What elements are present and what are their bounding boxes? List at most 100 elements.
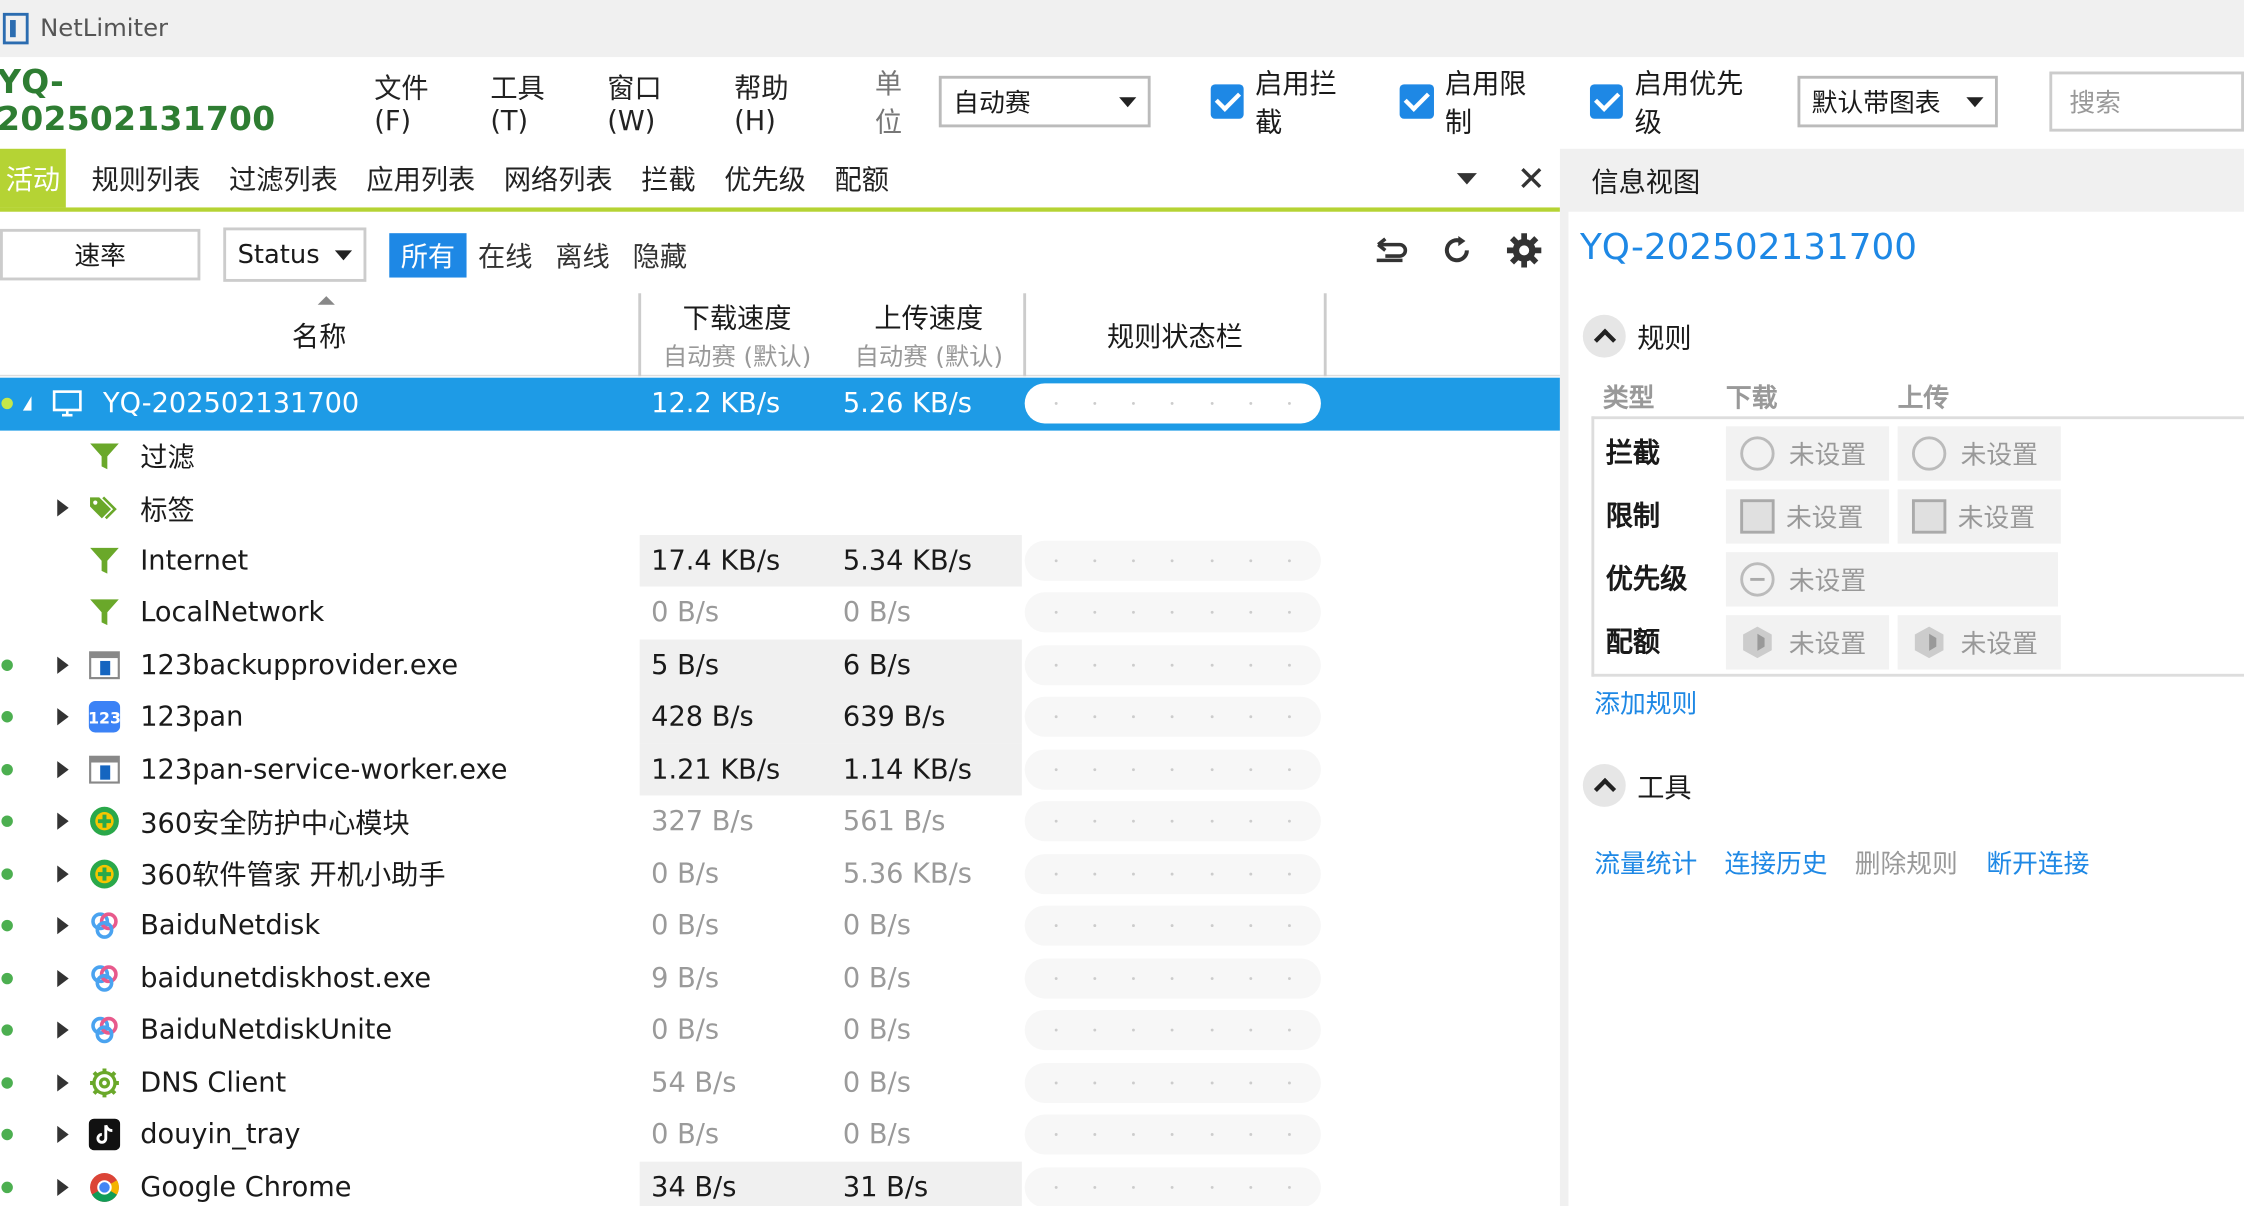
tab-filters[interactable]: 过滤列表 — [215, 149, 352, 208]
tab-quota[interactable]: 配额 — [820, 149, 903, 208]
block-download-toggle[interactable]: 未设置 — [1725, 426, 1890, 481]
row-name: Internet — [140, 544, 249, 577]
status-select[interactable]: Status — [223, 227, 367, 282]
expand-arrow-icon[interactable] — [57, 499, 69, 517]
column-download-label: 下载速度 — [682, 303, 792, 335]
settings-gear-icon[interactable] — [1506, 232, 1543, 278]
table-row[interactable]: YQ-202502131700 12.2 KB/s 5.26 KB/s — [0, 377, 1560, 430]
table-row[interactable]: BaiduNetdisk 0 B/s 0 B/s — [0, 900, 1560, 952]
connection-history-link[interactable]: 连接历史 — [1724, 844, 1827, 881]
refresh-icon[interactable] — [1440, 233, 1474, 276]
expand-arrow-icon[interactable] — [57, 1178, 69, 1196]
traffic-stats-link[interactable]: 流量统计 — [1594, 844, 1697, 881]
status-dot — [1, 920, 13, 932]
filter-online[interactable]: 在线 — [467, 232, 544, 276]
undo-icon[interactable] — [1374, 235, 1408, 275]
table-row[interactable]: 360软件管家 开机小助手 0 B/s 5.36 KB/s — [0, 848, 1560, 900]
machine-name[interactable]: YQ-202502131700 — [0, 64, 331, 138]
table-row[interactable]: 123pan-service-worker.exe 1.21 KB/s 1.14… — [0, 743, 1560, 796]
tab-activity[interactable]: 活动 — [0, 148, 66, 208]
search-input[interactable]: 搜索 — [2049, 71, 2244, 132]
expand-arrow-icon[interactable] — [57, 656, 69, 674]
tab-apps[interactable]: 应用列表 — [352, 149, 489, 208]
limit-download-toggle[interactable]: 未设置 — [1725, 489, 1890, 544]
expand-arrow-icon[interactable] — [57, 865, 69, 883]
collapse-up-icon[interactable] — [1582, 314, 1626, 358]
table-row[interactable]: LocalNetwork 0 B/s 0 B/s — [0, 587, 1560, 639]
not-set-label: 未设置 — [1788, 566, 1867, 597]
column-download[interactable]: 下载速度 自动赛 (默认) — [641, 293, 833, 376]
table-row[interactable]: 过滤 — [0, 430, 1560, 482]
tab-rules[interactable]: 规则列表 — [77, 149, 214, 208]
collapse-arrow-icon[interactable] — [22, 396, 32, 411]
panel-splitter[interactable] — [1559, 148, 1569, 1206]
column-upload[interactable]: 上传速度 自动赛 (默认) — [833, 293, 1025, 376]
rules-section-header[interactable]: 规则 — [1582, 314, 1692, 358]
table-row[interactable]: 标签 — [0, 482, 1560, 534]
filter-offline[interactable]: 离线 — [544, 232, 621, 276]
speed-button[interactable]: 速率 — [0, 228, 201, 281]
expand-arrow-icon[interactable] — [57, 917, 69, 935]
menu-tools[interactable]: 工具(T) — [490, 67, 578, 136]
rule-quota-label: 配额 — [1605, 625, 1661, 658]
priority-toggle[interactable]: 未设置 — [1725, 552, 2058, 607]
visibility-filter: 所有 在线 离线 隐藏 — [389, 232, 698, 277]
expand-arrow-icon[interactable] — [57, 812, 69, 831]
row-name: DNS Client — [140, 1066, 287, 1099]
table-row[interactable]: douyin_tray 0 B/s 0 B/s — [0, 1109, 1560, 1161]
tab-block[interactable]: 拦截 — [627, 149, 710, 208]
column-divider[interactable] — [1323, 293, 1327, 377]
menu-window[interactable]: 窗口(W) — [607, 67, 705, 136]
row-name: 过滤 — [140, 442, 195, 474]
limit-upload-toggle[interactable]: 未设置 — [1897, 489, 2061, 544]
table-row[interactable]: 123 123pan 428 B/s 639 B/s — [0, 690, 1560, 744]
expand-arrow-icon[interactable] — [57, 1126, 69, 1144]
tab-networks[interactable]: 网络列表 — [490, 149, 627, 208]
filter-hidden[interactable]: 隐藏 — [621, 232, 698, 276]
column-rule-status[interactable]: 规则状态栏 — [1026, 293, 1324, 376]
filter-all[interactable]: 所有 — [389, 232, 467, 277]
column-name[interactable]: 名称 — [0, 293, 638, 376]
row-download: 1.21 KB/s — [639, 743, 832, 796]
rule-row-priority: 优先级 未设置 — [1606, 548, 2244, 607]
expand-arrow-icon[interactable] — [57, 1074, 69, 1092]
chart-select-value: 默认带图表 — [1811, 88, 1941, 119]
expand-arrow-icon[interactable] — [57, 760, 69, 778]
collapse-up-icon[interactable] — [1582, 763, 1626, 807]
table-row[interactable]: Internet 17.4 KB/s 5.34 KB/s — [0, 534, 1560, 587]
table-row[interactable]: baidunetdiskhost.exe 9 B/s 0 B/s — [0, 952, 1560, 1004]
chevron-down-icon — [1966, 96, 1984, 107]
status-dot — [1, 972, 13, 984]
expand-arrow-icon[interactable] — [57, 708, 69, 726]
quota-download-toggle[interactable]: 未设置 — [1725, 615, 1890, 670]
rule-status-bar — [1024, 1167, 1321, 1206]
enable-limit-checkbox[interactable]: 启用限制 — [1400, 63, 1550, 140]
block-upload-toggle[interactable]: 未设置 — [1897, 426, 2061, 481]
tab-priority[interactable]: 优先级 — [710, 149, 820, 208]
table-row[interactable]: BaiduNetdiskUnite 0 B/s 0 B/s — [0, 1004, 1560, 1056]
chart-select[interactable]: 默认带图表 — [1797, 75, 1998, 128]
delete-rules-link[interactable]: 删除规则 — [1855, 844, 1958, 881]
expand-arrow-icon[interactable] — [57, 1021, 69, 1039]
enable-block-checkbox[interactable]: 启用拦截 — [1210, 63, 1361, 140]
table-row[interactable]: 123backupprovider.exe 5 B/s 6 B/s — [0, 638, 1560, 691]
enable-priority-checkbox[interactable]: 启用优先级 — [1589, 63, 1766, 140]
disconnect-link[interactable]: 断开连接 — [1986, 844, 2089, 881]
add-rule-link[interactable]: 添加规则 — [1594, 684, 1697, 721]
menu-file[interactable]: 文件(F) — [374, 67, 461, 136]
quota-upload-toggle[interactable]: 未设置 — [1897, 615, 2061, 670]
expand-arrow-icon[interactable] — [57, 969, 69, 987]
table-row[interactable]: Google Chrome 34 B/s 31 B/s — [0, 1160, 1560, 1206]
rule-block-label: 拦截 — [1605, 437, 1661, 469]
table-row[interactable]: DNS Client 54 B/s 0 B/s — [0, 1057, 1560, 1109]
row-download: 5 B/s — [639, 638, 832, 691]
title-bar: NetLimiter — [0, 0, 2244, 58]
tools-section-header[interactable]: 工具 — [1582, 763, 1692, 807]
unit-select[interactable]: 自动赛 — [938, 75, 1151, 128]
menu-help[interactable]: 帮助(H) — [734, 67, 826, 136]
row-upload: 0 B/s — [842, 1014, 911, 1047]
table-row[interactable]: 360安全防护中心模块 327 B/s 561 B/s — [0, 795, 1560, 847]
tabs-dropdown-icon[interactable] — [1456, 172, 1477, 184]
close-icon[interactable]: ✕ — [1517, 158, 1546, 198]
row-name: 360安全防护中心模块 — [140, 807, 410, 840]
